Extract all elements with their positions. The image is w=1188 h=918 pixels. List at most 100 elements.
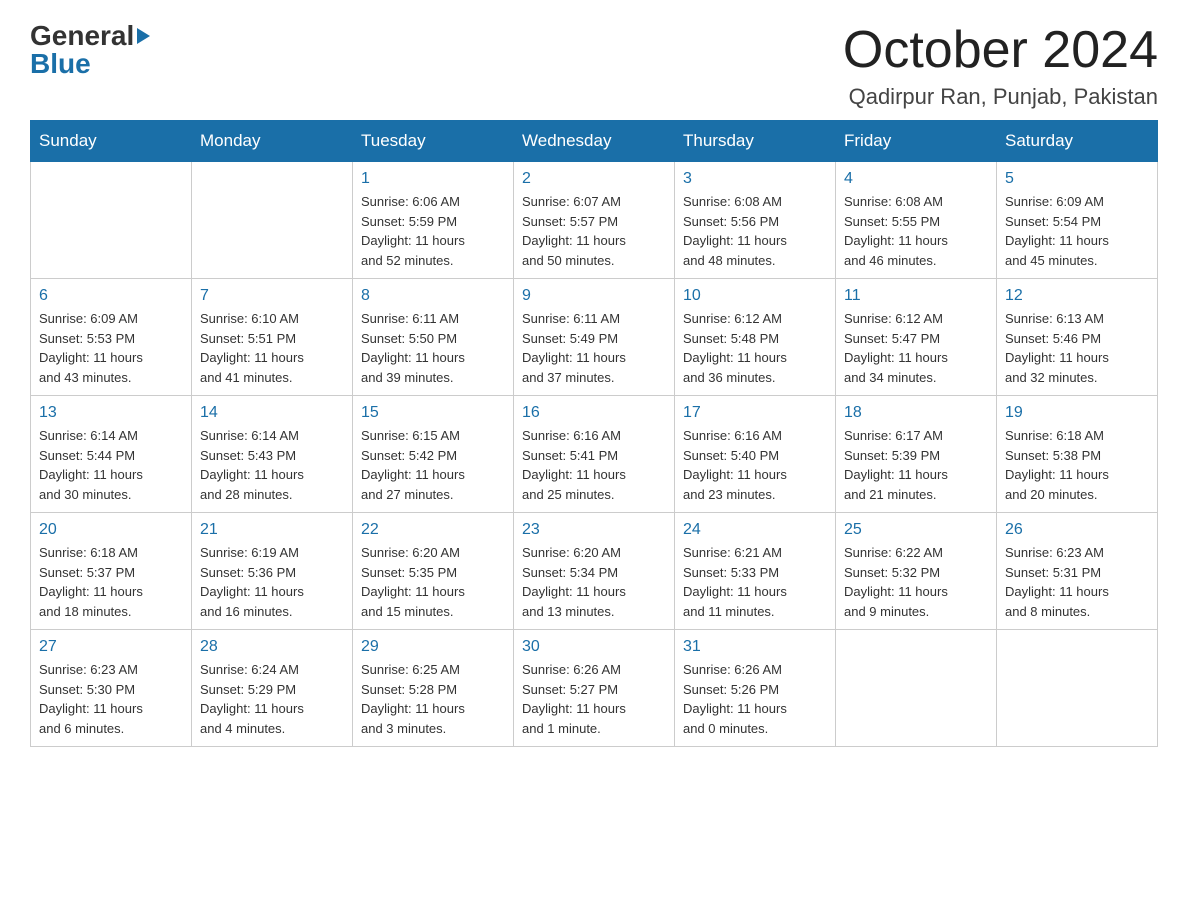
calendar-cell: 1 Sunrise: 6:06 AM Sunset: 5:59 PM Daylig…	[353, 162, 514, 279]
day-info: Sunrise: 6:18 AM Sunset: 5:37 PM Dayligh…	[39, 543, 183, 621]
calendar-cell: 11Sunrise: 6:12 AM Sunset: 5:47 PM Dayli…	[836, 279, 997, 396]
day-number: 7	[200, 287, 344, 305]
calendar-cell	[997, 630, 1158, 747]
page-header: General Blue October 2024 Qadirpur Ran, …	[30, 20, 1158, 110]
day-info: Sunrise: 6:24 AM Sunset: 5:29 PM Dayligh…	[200, 660, 344, 738]
day-info: Sunrise: 6:16 AM Sunset: 5:40 PM Dayligh…	[683, 426, 827, 504]
calendar-cell: 26Sunrise: 6:23 AM Sunset: 5:31 PM Dayli…	[997, 513, 1158, 630]
day-info: Sunrise: 6:11 AM Sunset: 5:50 PM Dayligh…	[361, 309, 505, 387]
calendar-cell: 27 Sunrise: 6:23 AM Sunset: 5:30 PM Dayli…	[31, 630, 192, 747]
day-info: Sunrise: 6:17 AM Sunset: 5:39 PM Dayligh…	[844, 426, 988, 504]
calendar-cell: 25 Sunrise: 6:22 AM Sunset: 5:32 PM Dayli…	[836, 513, 997, 630]
day-number: 25	[844, 521, 988, 539]
calendar-cell: 20 Sunrise: 6:18 AM Sunset: 5:37 PM Dayli…	[31, 513, 192, 630]
weekday-header-row: SundayMondayTuesdayWednesdayThursdayFrid…	[31, 121, 1158, 162]
weekday-header-monday: Monday	[192, 121, 353, 162]
calendar-cell: 4 Sunrise: 6:08 AM Sunset: 5:55 PM Daylig…	[836, 162, 997, 279]
day-number: 12	[1005, 287, 1149, 305]
day-info: Sunrise: 6:26 AM Sunset: 5:26 PM Dayligh…	[683, 660, 827, 738]
calendar-cell: 30 Sunrise: 6:26 AM Sunset: 5:27 PM Dayli…	[514, 630, 675, 747]
title-section: October 2024 Qadirpur Ran, Punjab, Pakis…	[843, 20, 1158, 110]
day-info: Sunrise: 6:26 AM Sunset: 5:27 PM Dayligh…	[522, 660, 666, 738]
day-number: 4	[844, 170, 988, 188]
calendar-cell: 9 Sunrise: 6:11 AM Sunset: 5:49 PM Daylig…	[514, 279, 675, 396]
calendar-cell: 10Sunrise: 6:12 AM Sunset: 5:48 PM Dayli…	[675, 279, 836, 396]
calendar-cell: 5 Sunrise: 6:09 AM Sunset: 5:54 PM Daylig…	[997, 162, 1158, 279]
day-number: 6	[39, 287, 183, 305]
calendar-cell: 6 Sunrise: 6:09 AM Sunset: 5:53 PM Daylig…	[31, 279, 192, 396]
weekday-header-wednesday: Wednesday	[514, 121, 675, 162]
day-number: 24	[683, 521, 827, 539]
calendar-cell	[31, 162, 192, 279]
day-info: Sunrise: 6:15 AM Sunset: 5:42 PM Dayligh…	[361, 426, 505, 504]
day-number: 15	[361, 404, 505, 422]
calendar-cell: 17 Sunrise: 6:16 AM Sunset: 5:40 PM Dayli…	[675, 396, 836, 513]
calendar-cell: 16Sunrise: 6:16 AM Sunset: 5:41 PM Dayli…	[514, 396, 675, 513]
day-info: Sunrise: 6:20 AM Sunset: 5:35 PM Dayligh…	[361, 543, 505, 621]
calendar-cell: 15 Sunrise: 6:15 AM Sunset: 5:42 PM Dayli…	[353, 396, 514, 513]
calendar-cell: 12Sunrise: 6:13 AM Sunset: 5:46 PM Dayli…	[997, 279, 1158, 396]
day-info: Sunrise: 6:14 AM Sunset: 5:43 PM Dayligh…	[200, 426, 344, 504]
day-number: 29	[361, 638, 505, 656]
day-number: 3	[683, 170, 827, 188]
day-number: 14	[200, 404, 344, 422]
day-info: Sunrise: 6:07 AM Sunset: 5:57 PM Dayligh…	[522, 192, 666, 270]
calendar-cell: 8 Sunrise: 6:11 AM Sunset: 5:50 PM Daylig…	[353, 279, 514, 396]
day-number: 23	[522, 521, 666, 539]
day-number: 5	[1005, 170, 1149, 188]
day-number: 20	[39, 521, 183, 539]
day-number: 31	[683, 638, 827, 656]
day-info: Sunrise: 6:11 AM Sunset: 5:49 PM Dayligh…	[522, 309, 666, 387]
day-number: 22	[361, 521, 505, 539]
location-title: Qadirpur Ran, Punjab, Pakistan	[843, 84, 1158, 110]
calendar-cell: 13Sunrise: 6:14 AM Sunset: 5:44 PM Dayli…	[31, 396, 192, 513]
weekday-header-tuesday: Tuesday	[353, 121, 514, 162]
calendar-week-3: 13Sunrise: 6:14 AM Sunset: 5:44 PM Dayli…	[31, 396, 1158, 513]
calendar-cell: 2Sunrise: 6:07 AM Sunset: 5:57 PM Daylig…	[514, 162, 675, 279]
day-info: Sunrise: 6:19 AM Sunset: 5:36 PM Dayligh…	[200, 543, 344, 621]
day-info: Sunrise: 6:08 AM Sunset: 5:55 PM Dayligh…	[844, 192, 988, 270]
day-info: Sunrise: 6:06 AM Sunset: 5:59 PM Dayligh…	[361, 192, 505, 270]
day-info: Sunrise: 6:09 AM Sunset: 5:53 PM Dayligh…	[39, 309, 183, 387]
calendar-cell: 22 Sunrise: 6:20 AM Sunset: 5:35 PM Dayli…	[353, 513, 514, 630]
day-number: 16	[522, 404, 666, 422]
calendar-cell: 19Sunrise: 6:18 AM Sunset: 5:38 PM Dayli…	[997, 396, 1158, 513]
weekday-header-friday: Friday	[836, 121, 997, 162]
weekday-header-thursday: Thursday	[675, 121, 836, 162]
logo-arrow-icon	[137, 28, 150, 44]
calendar-week-1: 1 Sunrise: 6:06 AM Sunset: 5:59 PM Daylig…	[31, 162, 1158, 279]
calendar-week-5: 27 Sunrise: 6:23 AM Sunset: 5:30 PM Dayli…	[31, 630, 1158, 747]
calendar-cell: 23 Sunrise: 6:20 AM Sunset: 5:34 PM Dayli…	[514, 513, 675, 630]
logo-blue-text: Blue	[30, 48, 91, 80]
day-number: 30	[522, 638, 666, 656]
day-number: 27	[39, 638, 183, 656]
day-number: 26	[1005, 521, 1149, 539]
calendar-cell: 7Sunrise: 6:10 AM Sunset: 5:51 PM Daylig…	[192, 279, 353, 396]
day-number: 17	[683, 404, 827, 422]
weekday-header-saturday: Saturday	[997, 121, 1158, 162]
calendar-cell	[192, 162, 353, 279]
month-title: October 2024	[843, 20, 1158, 80]
calendar-cell: 14 Sunrise: 6:14 AM Sunset: 5:43 PM Dayli…	[192, 396, 353, 513]
day-number: 10	[683, 287, 827, 305]
weekday-header-sunday: Sunday	[31, 121, 192, 162]
day-number: 8	[361, 287, 505, 305]
day-info: Sunrise: 6:22 AM Sunset: 5:32 PM Dayligh…	[844, 543, 988, 621]
day-number: 18	[844, 404, 988, 422]
day-number: 1	[361, 170, 505, 188]
calendar-table: SundayMondayTuesdayWednesdayThursdayFrid…	[30, 120, 1158, 747]
day-info: Sunrise: 6:20 AM Sunset: 5:34 PM Dayligh…	[522, 543, 666, 621]
day-info: Sunrise: 6:12 AM Sunset: 5:47 PM Dayligh…	[844, 309, 988, 387]
calendar-cell: 31 Sunrise: 6:26 AM Sunset: 5:26 PM Dayli…	[675, 630, 836, 747]
day-info: Sunrise: 6:21 AM Sunset: 5:33 PM Dayligh…	[683, 543, 827, 621]
day-number: 9	[522, 287, 666, 305]
day-info: Sunrise: 6:23 AM Sunset: 5:30 PM Dayligh…	[39, 660, 183, 738]
calendar-cell	[836, 630, 997, 747]
day-number: 28	[200, 638, 344, 656]
calendar-week-2: 6 Sunrise: 6:09 AM Sunset: 5:53 PM Daylig…	[31, 279, 1158, 396]
day-number: 21	[200, 521, 344, 539]
day-info: Sunrise: 6:09 AM Sunset: 5:54 PM Dayligh…	[1005, 192, 1149, 270]
day-number: 19	[1005, 404, 1149, 422]
day-info: Sunrise: 6:14 AM Sunset: 5:44 PM Dayligh…	[39, 426, 183, 504]
calendar-week-4: 20 Sunrise: 6:18 AM Sunset: 5:37 PM Dayli…	[31, 513, 1158, 630]
